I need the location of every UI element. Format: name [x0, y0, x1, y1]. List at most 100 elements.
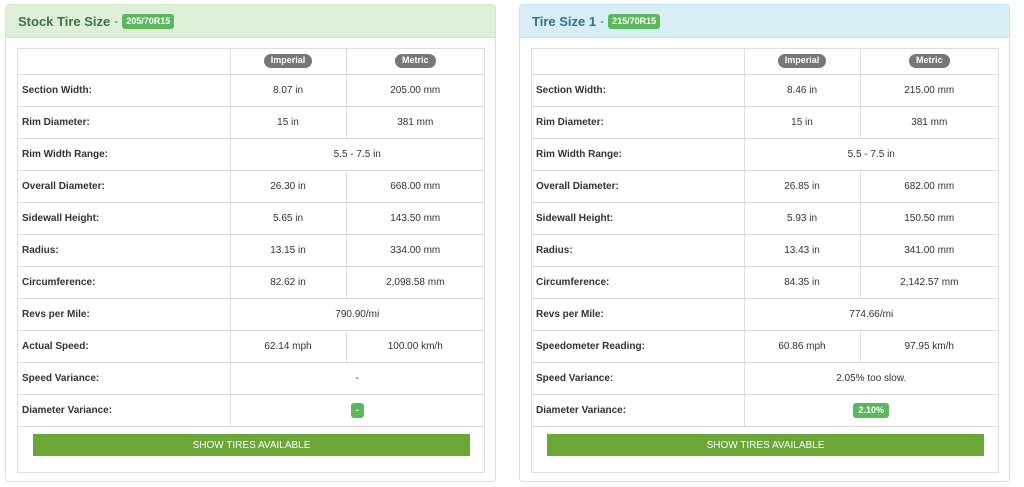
metric-header: Metric [345, 49, 484, 75]
combined-value: 5.5 - 7.5 in [229, 137, 484, 171]
imperial-value: 84.35 in [743, 265, 861, 299]
row-label: Speed Variance: [18, 361, 231, 395]
imperial-value: 8.46 in [743, 73, 861, 107]
metric-value: 682.00 mm [859, 169, 998, 203]
imperial-value: 5.93 in [743, 201, 861, 235]
imperial-header: Imperial [743, 49, 861, 75]
metric-value: 334.00 mm [345, 233, 484, 267]
diameter-variance-badge: - [350, 402, 364, 418]
table-row: Revs per Mile: 774.66/mi [532, 297, 998, 331]
metric-value: 215.00 mm [859, 73, 998, 107]
row-label: Sidewall Height: [532, 201, 745, 235]
table-row: Section Width: 8.46 in 215.00 mm [532, 73, 998, 107]
row-label: Diameter Variance: [18, 393, 231, 427]
table-row: Section Width: 8.07 in 205.00 mm [18, 73, 484, 107]
stock-tire-panel: Stock Tire Size - 205/70R15 Imperial Met… [5, 4, 496, 482]
table-row: Rim Diameter: 15 in 381 mm [18, 105, 484, 139]
combined-value: - [229, 361, 484, 395]
metric-value: 97.95 km/h [859, 329, 998, 363]
metric-value: 668.00 mm [345, 169, 484, 203]
header-blank [18, 49, 231, 75]
tire-size-badge: 205/70R15 [122, 13, 175, 29]
row-label: Rim Width Range: [18, 137, 231, 171]
imperial-pill: Imperial [263, 54, 313, 69]
imperial-value: 26.85 in [743, 169, 861, 203]
specs-table: Imperial Metric Section Width: 8.07 in 2… [18, 49, 484, 427]
table-row: Speed Variance: - [18, 361, 484, 395]
imperial-value: 62.14 mph [229, 329, 347, 363]
table-row: Radius: 13.15 in 334.00 mm [18, 233, 484, 267]
imperial-value: 15 in [743, 105, 861, 139]
row-label: Speed Variance: [532, 361, 745, 395]
imperial-value: 26.30 in [229, 169, 347, 203]
table-row: Rim Width Range: 5.5 - 7.5 in [18, 137, 484, 171]
metric-value: 381 mm [345, 105, 484, 139]
table-row: Speed Variance: 2.05% too slow. [532, 361, 998, 395]
row-label: Actual Speed: [18, 329, 231, 363]
row-label: Rim Diameter: [532, 105, 745, 139]
diameter-variance-cell: 2.10% [743, 393, 998, 427]
metric-header: Metric [859, 49, 998, 75]
tire-size-1-panel: Tire Size 1 - 215/70R15 Imperial Metric … [519, 4, 1010, 482]
combined-value: 2.05% too slow. [743, 361, 998, 395]
metric-value: 100.00 km/h [345, 329, 484, 363]
metric-value: 2,142.57 mm [859, 265, 998, 299]
show-tires-button[interactable]: SHOW TIRES AVAILABLE [547, 434, 984, 456]
tire-size-badge: 215/70R15 [608, 13, 661, 29]
table-row: Diameter Variance: - [18, 393, 484, 427]
row-label: Overall Diameter: [18, 169, 231, 203]
specs-table: Imperial Metric Section Width: 8.46 in 2… [532, 49, 998, 427]
metric-value: 150.50 mm [859, 201, 998, 235]
row-label: Revs per Mile: [532, 297, 745, 331]
row-label: Circumference: [18, 265, 231, 299]
table-row: Overall Diameter: 26.85 in 682.00 mm [532, 169, 998, 203]
table-row: Radius: 13.43 in 341.00 mm [532, 233, 998, 267]
table-row: Rim Diameter: 15 in 381 mm [532, 105, 998, 139]
diameter-variance-cell: - [229, 393, 484, 427]
table-row: Sidewall Height: 5.93 in 150.50 mm [532, 201, 998, 235]
row-label: Radius: [532, 233, 745, 267]
imperial-value: 82.62 in [229, 265, 347, 299]
imperial-header: Imperial [229, 49, 347, 75]
row-label: Overall Diameter: [532, 169, 745, 203]
title-separator: - [114, 14, 119, 28]
table-row: Actual Speed: 62.14 mph 100.00 km/h [18, 329, 484, 363]
metric-value: 381 mm [859, 105, 998, 139]
row-label: Diameter Variance: [532, 393, 745, 427]
imperial-value: 8.07 in [229, 73, 347, 107]
imperial-value: 60.86 mph [743, 329, 861, 363]
table-row: Circumference: 84.35 in 2,142.57 mm [532, 265, 998, 299]
table-row: Circumference: 82.62 in 2,098.58 mm [18, 265, 484, 299]
metric-value: 341.00 mm [859, 233, 998, 267]
header-blank [532, 49, 745, 75]
row-label: Sidewall Height: [18, 201, 231, 235]
panel-title: Tire Size 1 [532, 13, 597, 29]
tire-size-1-specs: Imperial Metric Section Width: 8.46 in 2… [531, 48, 999, 473]
table-row: Rim Width Range: 5.5 - 7.5 in [532, 137, 998, 171]
title-separator: - [600, 14, 605, 28]
table-row: Revs per Mile: 790.90/mi [18, 297, 484, 331]
show-tires-button[interactable]: SHOW TIRES AVAILABLE [33, 434, 470, 456]
panel-title: Stock Tire Size [18, 13, 111, 29]
imperial-value: 5.65 in [229, 201, 347, 235]
combined-value: 5.5 - 7.5 in [743, 137, 998, 171]
imperial-value: 13.15 in [229, 233, 347, 267]
combined-value: 790.90/mi [229, 297, 484, 331]
imperial-pill: Imperial [777, 54, 827, 69]
row-label: Radius: [18, 233, 231, 267]
tire-size-1-panel-header: Tire Size 1 - 215/70R15 [520, 5, 1009, 38]
table-header-row: Imperial Metric [18, 49, 484, 75]
stock-tire-panel-header: Stock Tire Size - 205/70R15 [6, 5, 495, 38]
metric-pill: Metric [908, 54, 950, 69]
row-label: Revs per Mile: [18, 297, 231, 331]
combined-value: 774.66/mi [743, 297, 998, 331]
metric-value: 205.00 mm [345, 73, 484, 107]
row-label: Circumference: [532, 265, 745, 299]
row-label: Rim Diameter: [18, 105, 231, 139]
table-row: Speedometer Reading: 60.86 mph 97.95 km/… [532, 329, 998, 363]
row-label: Rim Width Range: [532, 137, 745, 171]
metric-pill: Metric [394, 54, 436, 69]
row-label: Section Width: [18, 73, 231, 107]
stock-tire-specs: Imperial Metric Section Width: 8.07 in 2… [17, 48, 485, 473]
imperial-value: 15 in [229, 105, 347, 139]
